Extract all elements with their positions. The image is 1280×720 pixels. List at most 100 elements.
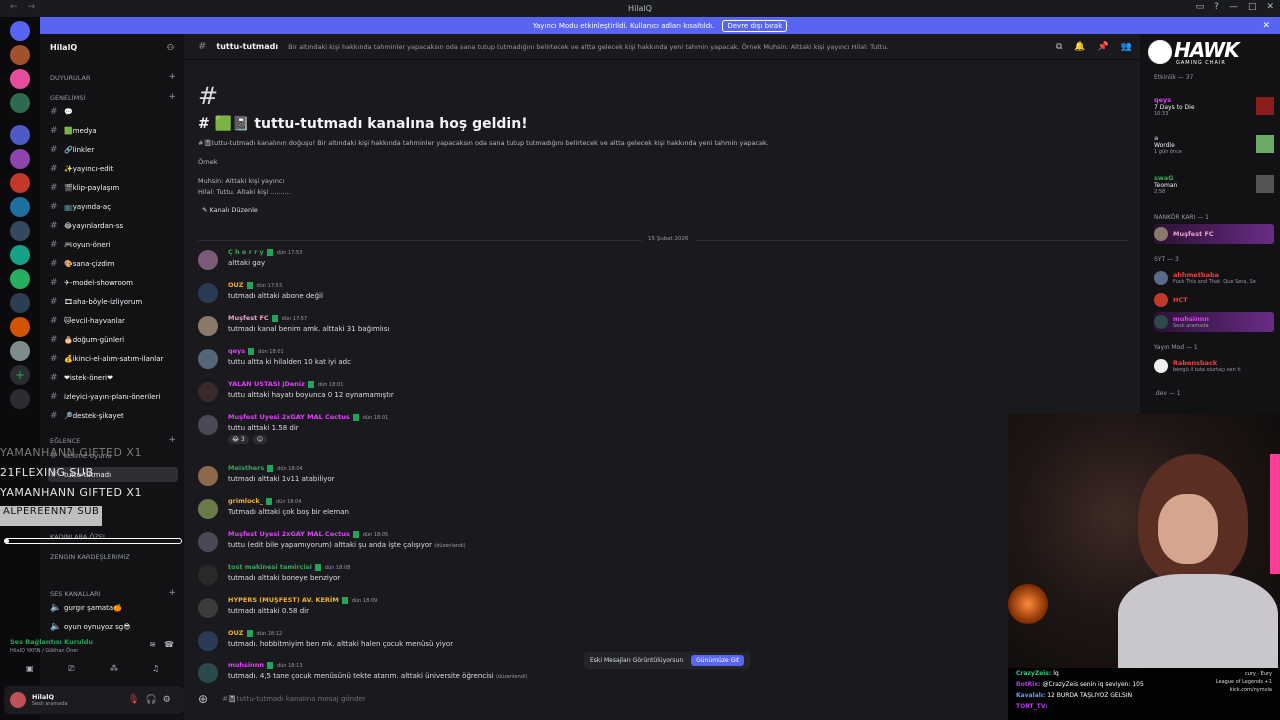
add-channel-icon[interactable]: + (168, 92, 176, 102)
member-item[interactable]: muhsinnn Sesli aramada (1154, 312, 1274, 332)
disable-streamer-mode-button[interactable]: Devre dışı bırak (722, 19, 788, 32)
camera-icon[interactable]: ▣ (26, 664, 34, 673)
avatar[interactable] (198, 466, 218, 486)
message-input[interactable] (222, 695, 823, 703)
voice-channel[interactable]: 🔈 gurgır şamata🍊 (48, 600, 178, 615)
attach-plus-icon[interactable]: ⊕ (198, 692, 208, 706)
activity-item[interactable]: qeys 7 Days to Die 10:33 (1154, 92, 1274, 120)
message-item[interactable]: YALAN USTASI jDeniz dün 18:01 tuttu alttak… (198, 380, 1098, 410)
avatar[interactable] (198, 316, 218, 336)
activities-icon[interactable]: ⁂ (110, 664, 118, 673)
add-member-icon[interactable]: ⚇ (167, 43, 174, 52)
avatar[interactable] (198, 598, 218, 618)
screen-share-icon[interactable]: ⎚ (68, 664, 74, 674)
activity-item[interactable]: swaG Teoman 2:58 (1154, 170, 1274, 198)
message-item[interactable]: OUZ dün 17:53 tutmadı alttaki abone değil (198, 281, 1098, 311)
message-author[interactable]: Muşfest Uyesi 2xGAY MAL Cectus dün 18:01 (228, 413, 388, 421)
message-item[interactable]: Muşfest FC dün 17:57 tutmadı kanal benim a… (198, 314, 1098, 344)
avatar[interactable] (198, 349, 218, 369)
close-banner-icon[interactable]: ✕ (1262, 21, 1270, 31)
channel-item[interactable]: # 🔎destek-şikayet (48, 408, 178, 423)
members-icon[interactable]: 👥 (1121, 42, 1132, 52)
noise-suppression-icon[interactable]: ≋ (149, 640, 156, 649)
avatar[interactable] (10, 692, 26, 708)
member-item[interactable]: Rabensback bengü il tuta olurtaçı sen ti (1154, 356, 1274, 376)
message-item[interactable]: grimlock_ dün 18:04 Tutmadı alttaki çok bo… (198, 497, 1098, 527)
channel-item[interactable]: # 🎂doğum-günleri (48, 332, 178, 347)
channel-item[interactable]: # 💬 (48, 104, 178, 119)
message-item[interactable]: tost makinesi tamircisi dün 18:08 tutmadı … (198, 563, 1098, 593)
message-author[interactable]: Muşfest FC dün 17:57 (228, 314, 307, 322)
channel-item[interactable]: # 🔗linkler (48, 142, 178, 157)
message-item[interactable]: Meisthers dün 18:04 tutmadı alttaki 1v11 a… (198, 464, 1098, 494)
disconnect-icon[interactable]: ☎ (164, 640, 174, 649)
maximize-icon[interactable]: □ (1248, 2, 1257, 12)
avatar[interactable] (198, 631, 218, 651)
category-genel[interactable]: GENELİMSİ (50, 94, 85, 102)
category-eglence[interactable]: Eğlence (50, 437, 80, 445)
channel-item[interactable]: # izleyici-yayın-planı-önerileri (48, 389, 178, 404)
message-item[interactable]: Ç h e r r y dün 17:53 alttaki gay (198, 248, 1098, 278)
server-icon[interactable] (10, 269, 30, 289)
avatar[interactable] (198, 565, 218, 585)
pin-icon[interactable]: 📌 (1098, 42, 1109, 52)
server-icon[interactable] (10, 173, 30, 193)
message-author[interactable]: grimlock_ dün 18:04 (228, 497, 302, 505)
add-reaction-icon[interactable]: ☺ (252, 435, 268, 444)
deafen-icon[interactable]: 🎧 (145, 695, 156, 705)
server-icon[interactable] (10, 341, 30, 361)
message-author[interactable]: Meisthers dün 18:04 (228, 464, 303, 472)
channel-item[interactable]: # 😂yayınlardan-ss (48, 218, 178, 233)
category-duyurular[interactable]: DUYURULAR (50, 74, 91, 82)
server-icon[interactable] (10, 197, 30, 217)
mute-icon[interactable]: 🎙 (128, 695, 139, 705)
jump-to-present-button[interactable]: Günümüze Git (691, 655, 745, 666)
channel-item[interactable]: # 🎬klip-paylaşım (48, 180, 178, 195)
add-channel-icon[interactable]: + (168, 72, 176, 82)
message-author[interactable]: YALAN USTASI jDeniz dün 18:01 (228, 380, 343, 388)
minimize-icon[interactable]: — (1229, 2, 1238, 12)
server-icon[interactable] (10, 317, 30, 337)
avatar[interactable] (198, 663, 218, 683)
channel-item[interactable]: # 🎨sana-çizdim (48, 256, 178, 271)
channel-item[interactable]: # 🟩medya (48, 123, 178, 138)
message-author[interactable]: tost makinesi tamircisi dün 18:08 (228, 563, 350, 571)
channel-item[interactable]: # ✨yayıncı-edit (48, 161, 178, 176)
avatar[interactable] (198, 532, 218, 552)
reaction-button[interactable]: 😂 3 (228, 435, 249, 444)
channel-item[interactable]: # 📺yayında-aç (48, 199, 178, 214)
message-author[interactable]: OUZ dün 18:12 (228, 629, 282, 637)
channel-item[interactable]: # ✈-model-showroom (48, 275, 178, 290)
message-author[interactable]: muhsinnn dün 18:13 (228, 661, 303, 669)
message-item[interactable]: Muşfest Uyesi 2xGAY MAL Cectus dün 18:01 t… (198, 413, 1098, 444)
avatar[interactable] (198, 499, 218, 519)
member-item[interactable]: Muşfest FC (1154, 224, 1274, 244)
voice-channel[interactable]: 🔈 oyun oynuyoz sg😎 (48, 619, 178, 634)
back-arrow-icon[interactable]: ← (10, 2, 18, 12)
member-item[interactable]: ahhmetbaba Fuck This and That. Que Sera,… (1154, 268, 1274, 288)
message-author[interactable]: Muşfest Uyesi 2xGAY MAL Cectus dün 18:05 (228, 530, 388, 538)
activity-item[interactable]: a Wordle 1 gün önce (1154, 130, 1274, 158)
channel-topic[interactable]: Bir altındaki kişi hakkında tahminler ya… (288, 43, 888, 51)
category-ses[interactable]: Ses Kanalları (50, 590, 101, 598)
avatar[interactable] (198, 382, 218, 402)
message-author[interactable]: HYPERS (MUŞFEST) AV. KERİM dün 18:09 (228, 596, 377, 604)
message-author[interactable]: OUZ dün 17:53 (228, 281, 282, 289)
discover-icon[interactable] (10, 389, 30, 409)
channel-item[interactable]: # 🐱evcil-hayvanlar (48, 313, 178, 328)
avatar[interactable] (198, 415, 218, 435)
close-window-icon[interactable]: ✕ (1266, 2, 1274, 12)
threads-icon[interactable]: ⧉ (1056, 42, 1062, 52)
add-channel-icon[interactable]: + (168, 588, 176, 598)
add-channel-icon[interactable]: + (168, 435, 176, 445)
server-icon[interactable] (10, 293, 30, 313)
message-author[interactable]: Ç h e r r y dün 17:53 (228, 248, 302, 256)
message-item[interactable]: Muşfest Uyesi 2xGAY MAL Cectus dün 18:05 t… (198, 530, 1098, 560)
inbox-icon[interactable]: ▭ (1196, 2, 1205, 12)
gear-icon[interactable]: ⚙ (163, 695, 171, 705)
category-zengin[interactable]: Zengin Kardeşlerimiz (50, 553, 130, 561)
forward-arrow-icon[interactable]: → (28, 2, 36, 12)
message-author[interactable]: qeys dün 18:01 (228, 347, 284, 355)
avatar[interactable] (198, 250, 218, 270)
channel-item[interactable]: # ❤istek-öneri❤ (48, 370, 178, 385)
